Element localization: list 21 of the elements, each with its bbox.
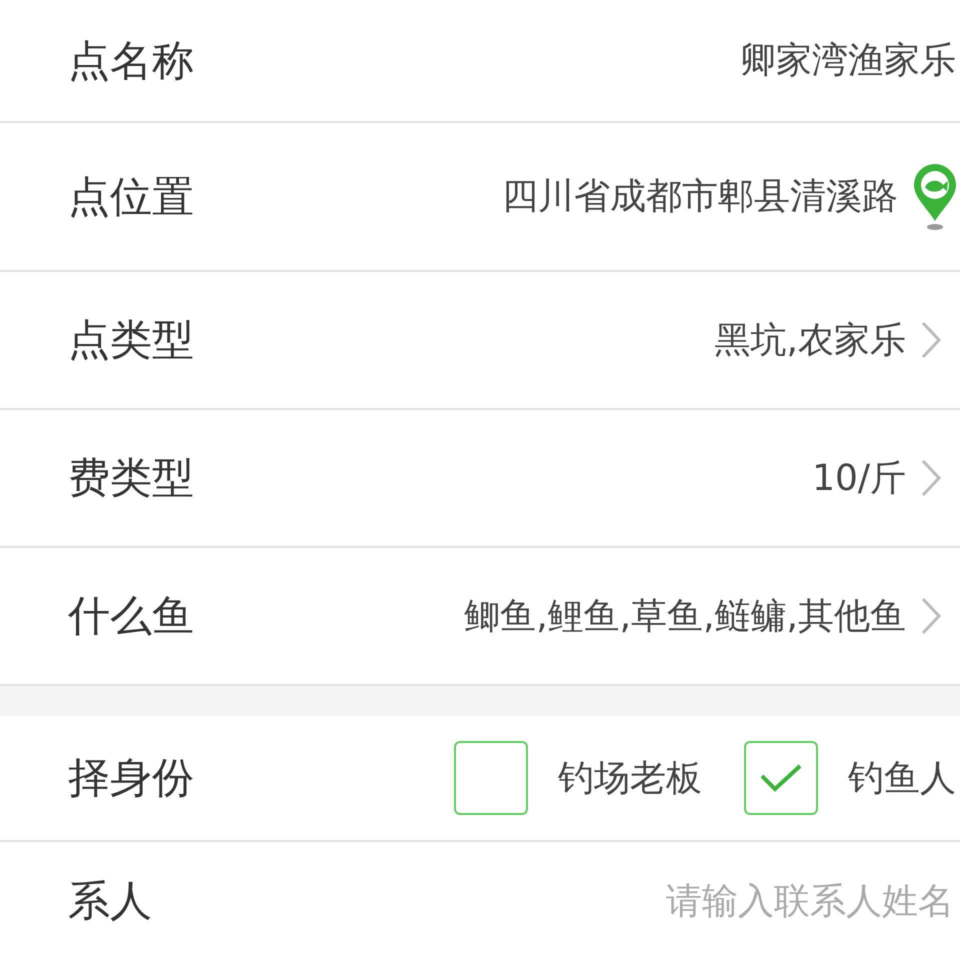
- chevron-icon: [920, 458, 942, 498]
- input-field[interactable]: 请输入联系人姓名: [612, 880, 956, 922]
- field-value[interactable]: 鲫鱼,鲤鱼,草鱼,鲢鳙,其他鱼: [464, 592, 906, 640]
- field-label: 点名称: [68, 34, 194, 86]
- checkbox[interactable]: [744, 741, 818, 815]
- field-label: 什么鱼: [68, 590, 194, 642]
- field-label: 点位置: [68, 170, 194, 222]
- field-value[interactable]: 10/斤: [812, 454, 906, 502]
- field-label: 点类型: [68, 314, 194, 366]
- field-label: 系人: [68, 875, 152, 927]
- field-value: 卿家湾渔家乐: [740, 39, 956, 83]
- option-label[interactable]: 钓鱼人: [848, 754, 956, 802]
- checkmark-icon: [759, 763, 803, 793]
- option-label[interactable]: 钓场老板: [558, 754, 702, 802]
- chevron-icon: [920, 596, 942, 636]
- field-value: 四川省成都市郫县清溪路: [502, 175, 898, 219]
- chevron-icon: [920, 320, 942, 360]
- field-label: 费类型: [68, 452, 194, 504]
- field-label: 择身份: [68, 752, 194, 804]
- checkbox[interactable]: [454, 741, 528, 815]
- field-value[interactable]: 黑坑,农家乐: [714, 316, 906, 364]
